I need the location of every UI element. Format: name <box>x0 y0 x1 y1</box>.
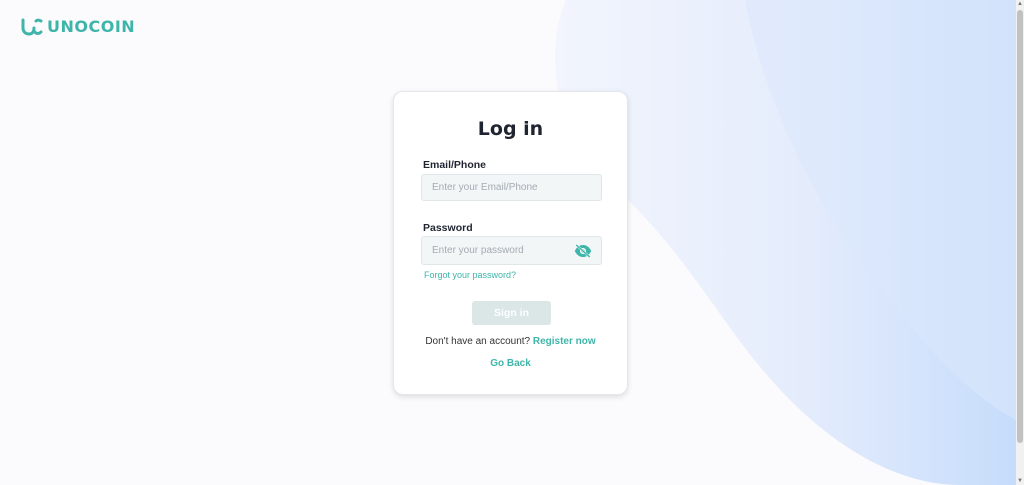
forgot-password-link[interactable]: Forgot your password? <box>424 270 516 280</box>
brand-name: UNOCOIN <box>47 17 136 36</box>
register-link[interactable]: Register now <box>533 336 596 347</box>
unocoin-logo-icon <box>21 18 43 36</box>
signin-button[interactable]: Sign in <box>472 301 551 325</box>
login-card: Log in Email/Phone Password Forgot your … <box>393 91 628 395</box>
scroll-up-icon[interactable]: ▲ <box>1017 1 1023 7</box>
eye-off-icon[interactable] <box>574 244 592 258</box>
page-title: Log in <box>477 118 544 140</box>
vertical-scrollbar[interactable]: ▲ ▼ <box>1016 0 1024 485</box>
scroll-down-icon[interactable]: ▼ <box>1017 478 1023 484</box>
no-account-text: Don't have an account? <box>425 336 531 347</box>
scroll-thumb[interactable] <box>1017 10 1023 443</box>
go-back-link[interactable]: Go Back <box>394 358 627 369</box>
password-label: Password <box>423 222 473 234</box>
email-label: Email/Phone <box>423 159 487 171</box>
email-input[interactable] <box>421 174 602 201</box>
register-prompt: Don't have an account? Register now <box>394 336 627 347</box>
brand-logo[interactable]: UNOCOIN <box>21 17 135 36</box>
